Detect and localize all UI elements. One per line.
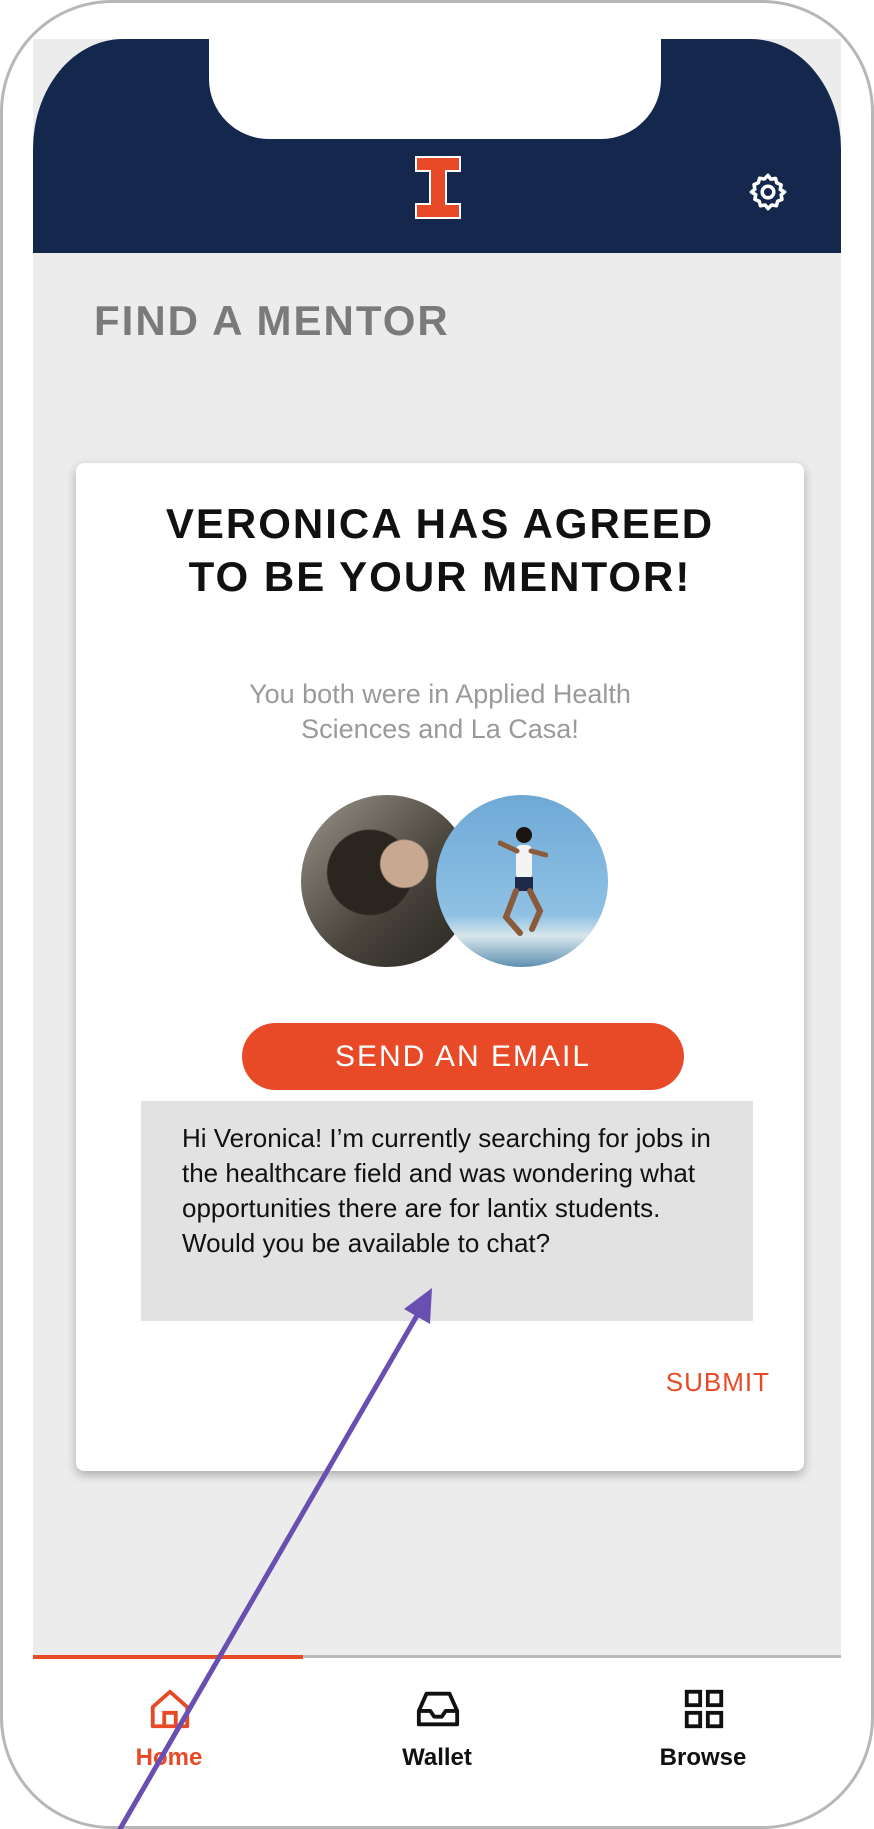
jumping-person-figure xyxy=(498,827,548,936)
send-email-button[interactable]: SEND AN EMAIL xyxy=(242,1023,684,1090)
illinois-block-i-logo xyxy=(415,156,461,219)
tab-wallet[interactable]: Wallet xyxy=(337,1658,537,1788)
tab-browse[interactable]: Browse xyxy=(603,1658,803,1788)
page-title: FIND A MENTOR xyxy=(94,297,450,344)
gear-icon[interactable] xyxy=(747,171,789,213)
phone-frame: FIND A MENTOR VERONICA HAS AGREED TO BE … xyxy=(0,0,874,1829)
device-notch xyxy=(209,39,661,139)
tab-wallet-label: Wallet xyxy=(402,1744,472,1771)
tab-home-label: Home xyxy=(135,1744,203,1771)
mentor-match-card: VERONICA HAS AGREED TO BE YOUR MENTOR! Y… xyxy=(76,463,804,1471)
avatar-pair xyxy=(301,795,611,967)
tab-home[interactable]: Home xyxy=(69,1658,269,1788)
app-screen: FIND A MENTOR VERONICA HAS AGREED TO BE … xyxy=(33,39,841,1826)
card-subtitle: You both were in Applied Health Sciences… xyxy=(249,679,631,744)
app-header xyxy=(33,39,841,253)
grid-icon xyxy=(684,1689,724,1729)
submit-button[interactable]: SUBMIT xyxy=(666,1367,770,1398)
home-icon xyxy=(150,1689,190,1729)
card-title: VERONICA HAS AGREED TO BE YOUR MENTOR! xyxy=(165,500,715,600)
inbox-tray-icon xyxy=(416,1691,460,1727)
bottom-tab-bar: Home Wallet Browse xyxy=(33,1655,841,1826)
email-message-field[interactable]: Hi Veronica! I’m currently searching for… xyxy=(141,1101,753,1321)
student-avatar xyxy=(436,795,608,967)
content-area: FIND A MENTOR VERONICA HAS AGREED TO BE … xyxy=(33,253,841,1659)
tab-browse-label: Browse xyxy=(659,1744,747,1771)
